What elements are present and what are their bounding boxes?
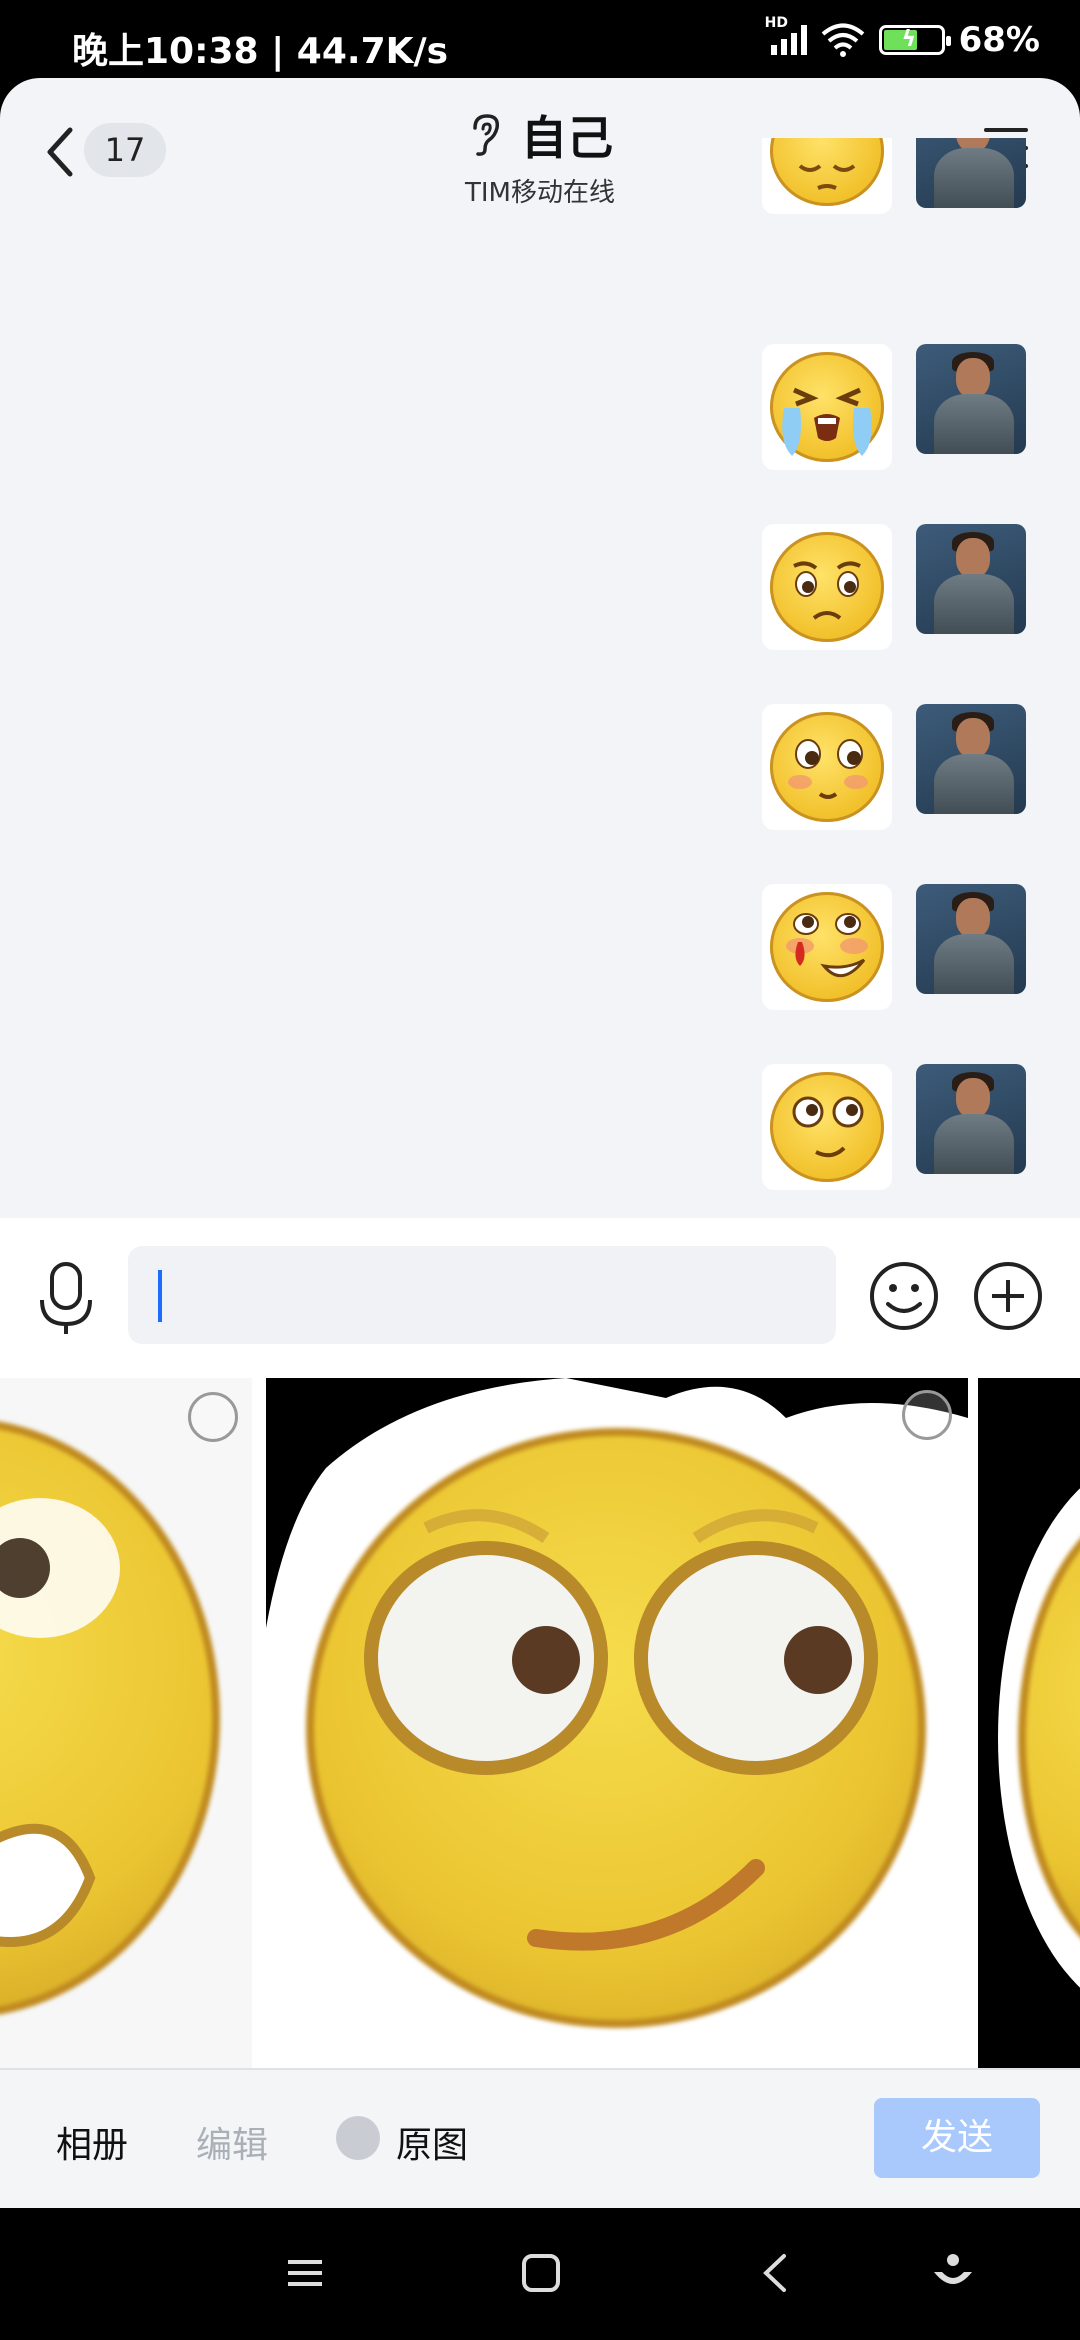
avatar[interactable]	[916, 524, 1026, 634]
album-button[interactable]: 相册	[56, 2116, 128, 2168]
sticker-smug-face[interactable]	[762, 1064, 892, 1190]
sticker-shy-face[interactable]	[762, 704, 892, 830]
input-bar	[0, 1218, 1080, 1378]
avatar[interactable]	[916, 1064, 1026, 1174]
chat-title-text: 自己	[521, 111, 613, 165]
avatar[interactable]	[916, 138, 1026, 208]
chat-panel: 17 自己 TIM移动在线	[0, 78, 1080, 1218]
message-row[interactable]	[762, 138, 1042, 214]
plus-icon[interactable]	[972, 1260, 1044, 1332]
select-circle[interactable]	[188, 1392, 238, 1442]
avatar[interactable]	[916, 704, 1026, 814]
back-icon[interactable]	[752, 2248, 802, 2298]
system-nav-bar	[0, 2208, 1080, 2340]
edit-button[interactable]: 编辑	[196, 2116, 268, 2168]
avatar[interactable]	[916, 344, 1026, 454]
assistant-icon[interactable]	[928, 2248, 978, 2298]
select-circle[interactable]	[902, 1390, 952, 1440]
battery-icon: ϟ	[878, 25, 951, 55]
wifi-icon	[821, 23, 864, 57]
gallery-image[interactable]	[0, 1378, 252, 2068]
image-content	[0, 1498, 120, 1947]
message-row[interactable]	[762, 704, 1042, 834]
ear-icon[interactable]	[467, 112, 503, 158]
gallery-image[interactable]	[978, 1378, 1080, 2068]
smug-face-large	[364, 1509, 878, 1951]
original-image-radio[interactable]	[336, 2116, 380, 2160]
message-row[interactable]	[762, 524, 1042, 654]
text-cursor	[158, 1270, 162, 1322]
emoji-icon[interactable]	[868, 1260, 940, 1332]
worried-face-icon	[793, 561, 861, 620]
home-icon[interactable]	[516, 2248, 566, 2298]
crying-face-icon	[782, 387, 872, 456]
recent-apps-icon[interactable]	[280, 2248, 330, 2298]
picker-toolbar: 相册 编辑 原图 发送	[0, 2068, 1080, 2210]
sleepy-face-icon	[798, 164, 856, 190]
sticker-sleepy-face[interactable]	[762, 138, 892, 214]
sticker-worried-face[interactable]	[762, 524, 892, 650]
network-type-label: HD	[764, 15, 788, 31]
message-row[interactable]	[762, 344, 1042, 474]
chat-title: 自己	[467, 102, 613, 168]
message-row[interactable]	[762, 1064, 1042, 1194]
voice-icon[interactable]	[36, 1260, 96, 1336]
photo-gallery	[0, 1378, 1080, 2068]
sticker-nosebleed-face[interactable]	[762, 884, 892, 1010]
message-row[interactable]	[762, 884, 1042, 1014]
send-button[interactable]: 发送	[874, 2098, 1040, 2178]
signal-icon: HD	[765, 15, 807, 55]
shy-face-icon	[788, 739, 868, 799]
smug-face-icon	[792, 1096, 864, 1158]
battery-level: 68%	[958, 20, 1040, 60]
message-input[interactable]	[128, 1246, 836, 1344]
nosebleed-face-icon	[786, 913, 868, 977]
original-image-label[interactable]: 原图	[396, 2116, 468, 2168]
sticker-crying-face[interactable]	[762, 344, 892, 470]
gallery-image[interactable]	[266, 1378, 968, 2068]
status-bar: 晚上10:38 | 44.7K/s HD ϟ 68%	[0, 0, 1080, 80]
status-time: 晚上10:38 | 44.7K/s	[72, 31, 449, 72]
avatar[interactable]	[916, 884, 1026, 994]
